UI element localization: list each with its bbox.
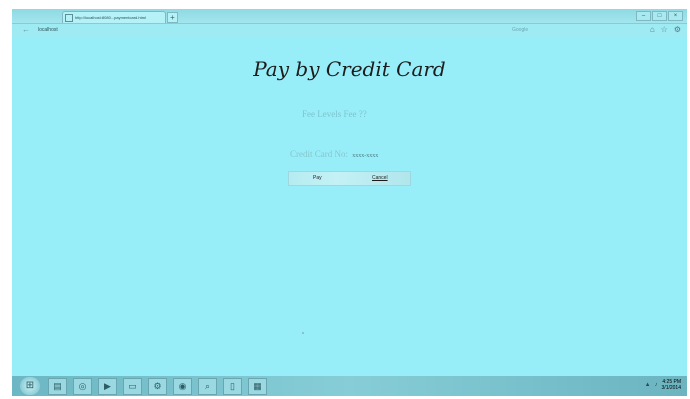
toolbar-icons: ⌂ ☆ ⚙ <box>650 25 681 34</box>
taskbar: ⊞ ▤ ◎ ▶ ▭ ⚙ ◉ ⌕ ▯ ▦ ▲ ♪ 4:25 PM 3/1/2014 <box>12 376 687 396</box>
home-icon[interactable]: ⌂ <box>650 25 655 34</box>
card-number-value[interactable]: xxxx-xxxx <box>352 153 378 159</box>
star-icon[interactable]: ☆ <box>661 25 668 34</box>
page-title: Pay by Credit Card <box>253 57 446 81</box>
browser-tab[interactable]: http://localhost:8080...paymentcard.html <box>62 11 166 23</box>
clock[interactable]: 4:25 PM 3/1/2014 <box>662 379 681 391</box>
card-number-row: Credit Card No: xxxx-xxxx <box>290 149 378 159</box>
fees-label: Fee Levels Fee ?? <box>302 109 367 119</box>
close-button[interactable]: × <box>668 11 683 21</box>
settings-icon[interactable]: ⚙ <box>148 378 167 395</box>
network-icon[interactable]: ▲ <box>645 382 651 388</box>
maximize-button[interactable]: □ <box>652 11 667 21</box>
tab-bar: http://localhost:8080...paymentcard.html… <box>12 9 687 24</box>
search-field[interactable]: Google <box>512 27 528 33</box>
start-button[interactable]: ⊞ <box>20 377 40 395</box>
pay-button[interactable]: Pay <box>313 173 322 183</box>
page-favicon-icon <box>65 13 73 22</box>
document-icon[interactable]: ▯ <box>223 378 242 395</box>
image-icon[interactable]: ▦ <box>248 378 267 395</box>
tab-title: http://localhost:8080...paymentcard.html <box>75 15 146 20</box>
chrome-icon[interactable]: ◉ <box>173 378 192 395</box>
search-icon[interactable]: ⌕ <box>198 378 217 395</box>
browser-icon[interactable]: ◎ <box>73 378 92 395</box>
folder-icon[interactable]: ▭ <box>123 378 142 395</box>
card-number-label: Credit Card No: <box>290 149 348 159</box>
minimize-button[interactable]: – <box>636 11 651 21</box>
url-field[interactable]: localhost <box>38 27 58 33</box>
file-explorer-icon[interactable]: ▤ <box>48 378 67 395</box>
system-tray: ▲ ♪ 4:25 PM 3/1/2014 <box>645 379 681 391</box>
settings-icon[interactable]: ⚙ <box>674 25 681 34</box>
taskbar-apps: ▤ ◎ ▶ ▭ ⚙ ◉ ⌕ ▯ ▦ <box>48 378 267 395</box>
browser-screen: http://localhost:8080...paymentcard.html… <box>12 9 687 396</box>
button-bar: Pay Cancel <box>288 171 411 186</box>
back-arrow-icon[interactable]: ← <box>22 25 30 34</box>
cancel-button[interactable]: Cancel <box>372 173 388 183</box>
volume-icon[interactable]: ♪ <box>655 382 658 388</box>
new-tab-button[interactable]: + <box>167 12 178 23</box>
window-controls: – □ × <box>636 11 683 21</box>
address-bar: ← localhost Google ⌂ ☆ ⚙ <box>12 24 687 38</box>
media-icon[interactable]: ▶ <box>98 378 117 395</box>
mouse-cursor-dot <box>302 332 304 334</box>
clock-date: 3/1/2014 <box>661 385 681 391</box>
